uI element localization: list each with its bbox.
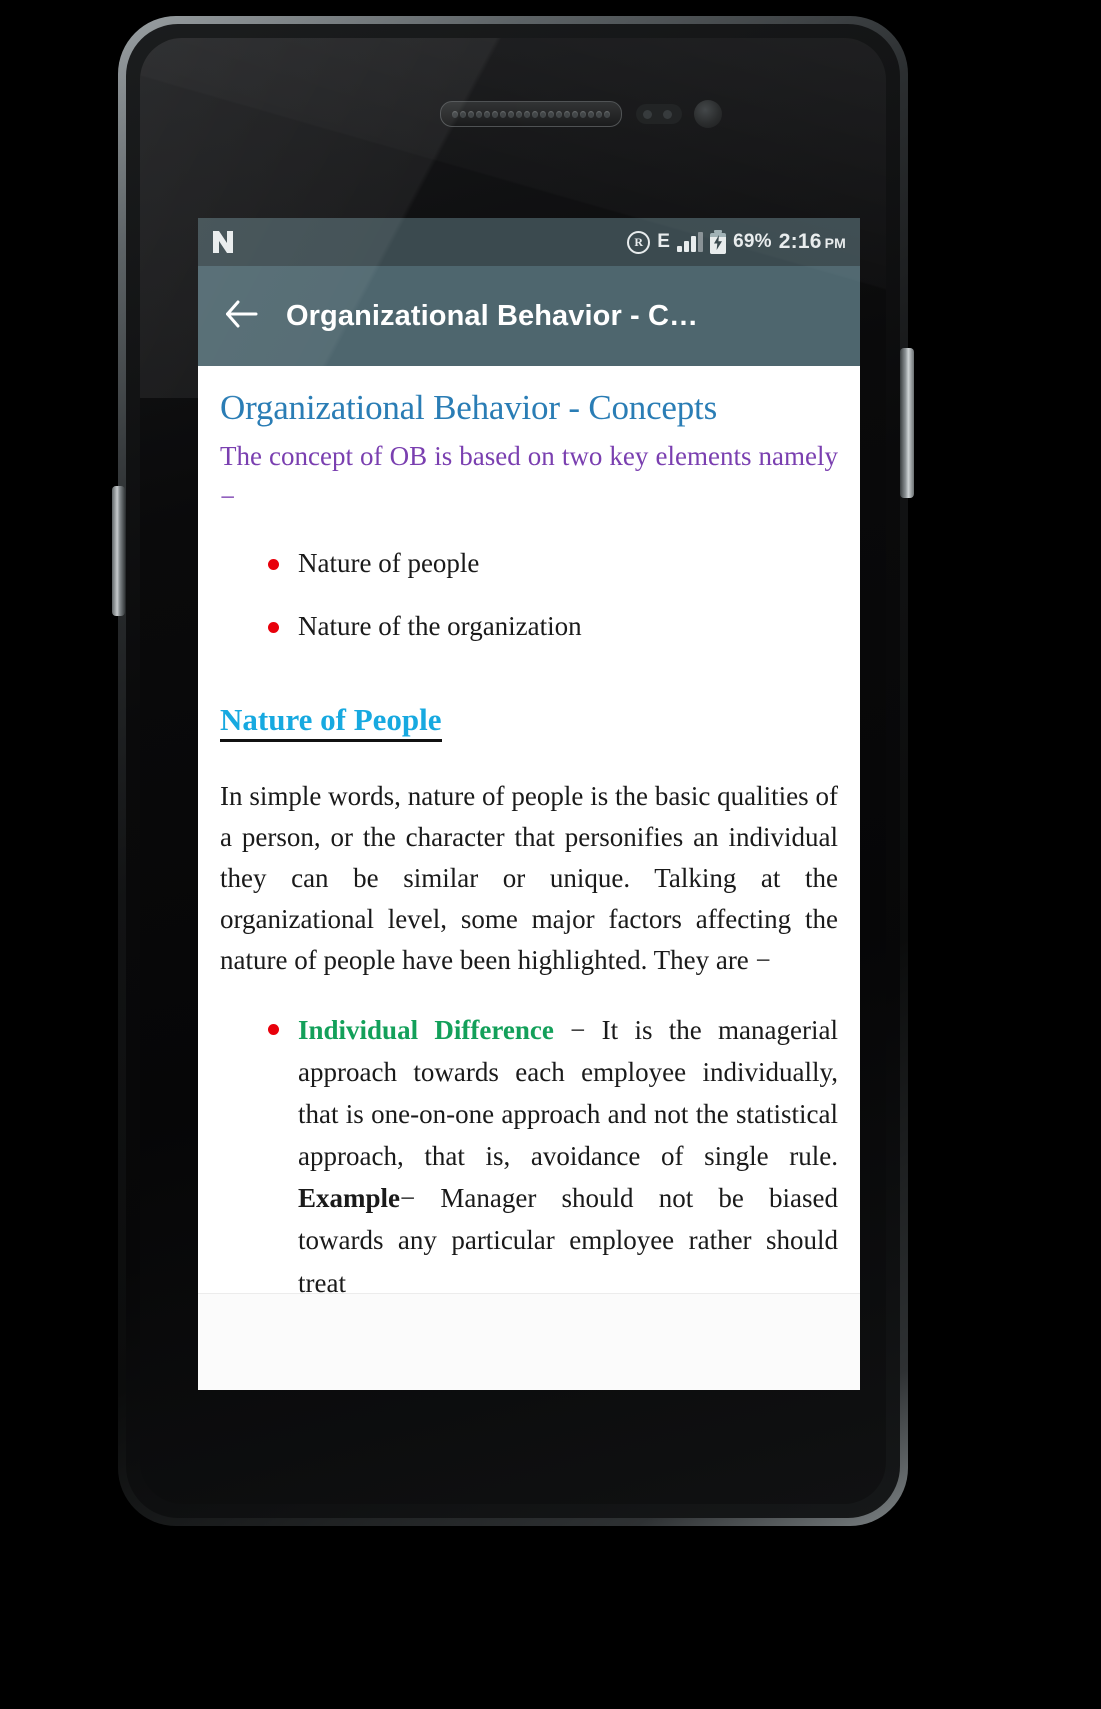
- power-button[interactable]: [900, 348, 914, 498]
- status-bar-right: R E 69% 2:16 PM: [627, 230, 846, 254]
- intro-paragraph: The concept of OB is based on two key el…: [220, 441, 838, 513]
- phone-inner-bezel: R E 69% 2:16 PM Organizational Behavior …: [126, 24, 900, 1518]
- article-content[interactable]: Organizational Behavior - Concepts The c…: [198, 366, 860, 1390]
- app-bar: Organizational Behavior - C…: [198, 266, 860, 373]
- list-item: Individual Difference − It is the manage…: [268, 1009, 838, 1304]
- battery-percent-label: 69%: [733, 231, 772, 252]
- content-bottom-strip: [198, 1293, 860, 1390]
- clock: 2:16 PM: [779, 230, 846, 254]
- earpiece-speaker-grille: [440, 101, 622, 127]
- phone-screen: R E 69% 2:16 PM Organizational Behavior …: [198, 218, 860, 1390]
- battery-charging-icon: [710, 230, 727, 254]
- network-type-label: E: [657, 231, 671, 252]
- key-elements-list: Nature of people Nature of the organizat…: [220, 544, 838, 646]
- list-item: Nature of the organization: [268, 607, 838, 646]
- status-bar: R E 69% 2:16 PM: [198, 218, 860, 266]
- registered-trademark-icon: R: [627, 230, 651, 254]
- signal-bars-icon: [677, 231, 704, 252]
- example-dash: −: [400, 1183, 441, 1214]
- section-paragraph: In simple words, nature of people is the…: [220, 780, 838, 975]
- phone-device-frame: R E 69% 2:16 PM Organizational Behavior …: [112, 16, 914, 1526]
- page-title: Organizational Behavior - Concepts: [220, 388, 717, 427]
- section-link-nature-of-people[interactable]: Nature of People: [220, 701, 442, 742]
- proximity-sensor: [636, 104, 682, 124]
- example-label: Example: [298, 1183, 401, 1214]
- list-item: Nature of people: [268, 544, 838, 583]
- clock-time: 2:16: [778, 230, 822, 253]
- front-camera-icon: [694, 100, 722, 128]
- factor-term: Individual Difference: [298, 1014, 554, 1045]
- back-arrow-icon: [224, 299, 258, 334]
- android-n-logo-icon: [212, 230, 234, 254]
- phone-front-glass: R E 69% 2:16 PM Organizational Behavior …: [140, 38, 886, 1504]
- app-bar-title: Organizational Behavior - C…: [286, 299, 699, 332]
- volume-button[interactable]: [112, 486, 125, 616]
- clock-meridiem: PM: [824, 235, 846, 251]
- back-button[interactable]: [212, 287, 270, 345]
- factors-list: Individual Difference − It is the manage…: [220, 1009, 838, 1304]
- screenshot-stage: R E 69% 2:16 PM Organizational Behavior …: [0, 0, 1101, 1709]
- factor-dash: −: [553, 1014, 602, 1045]
- status-bar-left: [212, 230, 234, 254]
